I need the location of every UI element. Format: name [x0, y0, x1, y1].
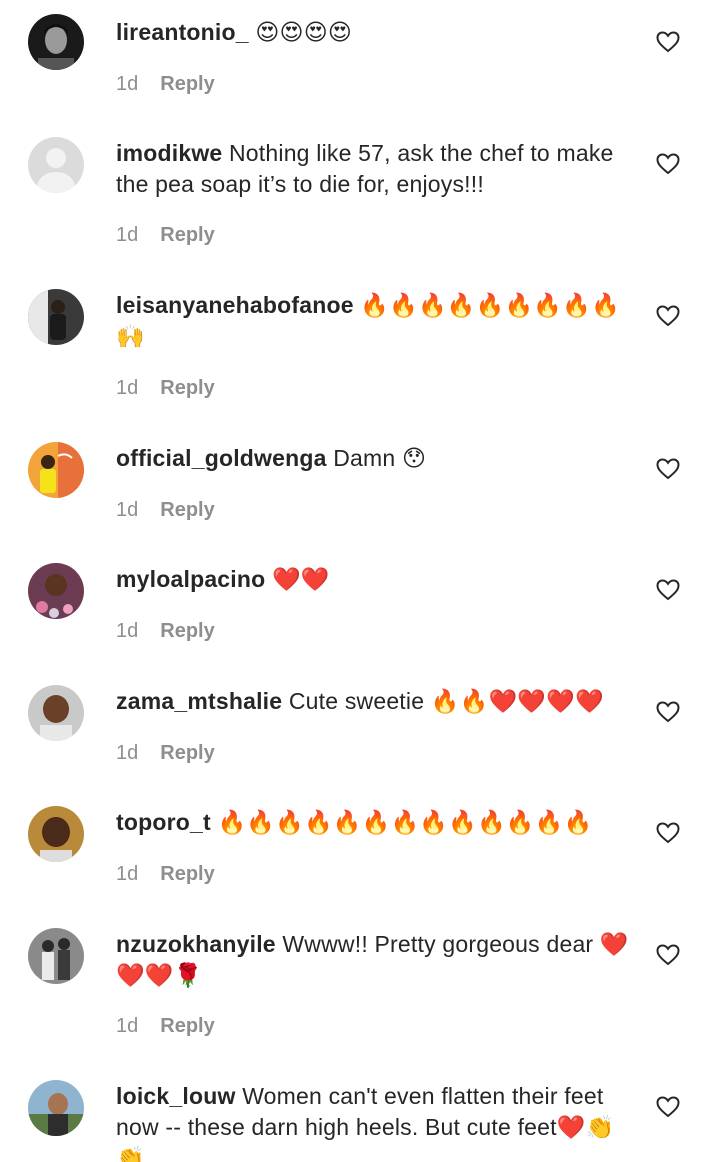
avatar[interactable] — [28, 928, 84, 984]
username[interactable]: loick_louw — [116, 1083, 236, 1109]
avatar-person-icon — [28, 289, 84, 345]
username[interactable]: myloalpacino — [116, 566, 265, 592]
comment-text: Cute sweetie 🔥🔥❤️❤️❤️❤️ — [288, 688, 604, 714]
comment-meta: 1d Reply — [116, 376, 215, 400]
like-heart-icon[interactable] — [656, 304, 680, 328]
username[interactable]: imodikwe — [116, 140, 222, 166]
avatar-child-icon — [28, 563, 84, 619]
default-avatar-icon — [28, 137, 84, 193]
timestamp: 1d — [116, 742, 139, 764]
reply-button[interactable]: Reply — [160, 742, 214, 764]
reply-button[interactable]: Reply — [160, 863, 214, 885]
comment-text: ❤️❤️ — [271, 566, 330, 592]
comment-meta: 1d Reply — [116, 1014, 215, 1038]
avatar-face-icon — [28, 806, 84, 862]
avatar[interactable] — [28, 1080, 84, 1136]
timestamp: 1d — [116, 377, 139, 399]
comment-body: myloalpacino ❤️❤️ — [116, 564, 636, 595]
timestamp: 1d — [116, 224, 139, 246]
avatar-couple-icon — [28, 928, 84, 984]
reply-button[interactable]: Reply — [160, 1015, 214, 1037]
timestamp: 1d — [116, 73, 139, 95]
reply-button[interactable]: Reply — [160, 499, 214, 521]
comment-body: leisanyanehabofanoe 🔥🔥🔥🔥🔥🔥🔥🔥🔥🙌 — [116, 290, 636, 352]
like-heart-icon[interactable] — [656, 821, 680, 845]
comment-meta: 1d Reply — [116, 72, 215, 96]
timestamp: 1d — [116, 1015, 139, 1037]
username[interactable]: leisanyanehabofanoe — [116, 292, 354, 318]
avatar-outdoor-icon — [28, 1080, 84, 1136]
username[interactable]: official_goldwenga — [116, 445, 327, 471]
comment-body: imodikwe Nothing like 57, ask the chef t… — [116, 138, 636, 200]
comment-body: zama_mtshalie Cute sweetie 🔥🔥❤️❤️❤️❤️ — [116, 686, 636, 717]
timestamp: 1d — [116, 620, 139, 642]
username[interactable]: lireantonio_ — [116, 19, 249, 45]
avatar[interactable] — [28, 14, 84, 70]
reply-button[interactable]: Reply — [160, 620, 214, 642]
timestamp: 1d — [116, 499, 139, 521]
comment-text: 🔥🔥🔥🔥🔥🔥🔥🔥🔥🔥🔥🔥🔥 — [217, 809, 593, 835]
reply-button[interactable]: Reply — [160, 73, 214, 95]
like-heart-icon[interactable] — [656, 30, 680, 54]
comment-meta: 1d Reply — [116, 741, 215, 765]
like-heart-icon[interactable] — [656, 943, 680, 967]
avatar-orange-icon — [28, 442, 84, 498]
comment-body: official_goldwenga Damn 😯 — [116, 443, 636, 474]
like-heart-icon[interactable] — [656, 152, 680, 176]
avatar[interactable] — [28, 137, 84, 193]
like-heart-icon[interactable] — [656, 457, 680, 481]
username[interactable]: toporo_t — [116, 809, 211, 835]
comment-text: Damn 😯 — [333, 445, 427, 471]
avatar[interactable] — [28, 806, 84, 862]
comment-body: lireantonio_ 😍😍😍😍 — [116, 17, 636, 48]
timestamp: 1d — [116, 863, 139, 885]
avatar[interactable] — [28, 685, 84, 741]
comment-text: 😍😍😍😍 — [255, 19, 353, 45]
avatar[interactable] — [28, 289, 84, 345]
reply-button[interactable]: Reply — [160, 377, 214, 399]
username[interactable]: zama_mtshalie — [116, 688, 282, 714]
avatar-face-icon — [28, 685, 84, 741]
reply-button[interactable]: Reply — [160, 224, 214, 246]
avatar-bw-portrait-icon — [28, 14, 84, 70]
comment-meta: 1d Reply — [116, 619, 215, 643]
avatar[interactable] — [28, 563, 84, 619]
comment-body: toporo_t 🔥🔥🔥🔥🔥🔥🔥🔥🔥🔥🔥🔥🔥 — [116, 807, 636, 838]
username[interactable]: nzuzokhanyile — [116, 931, 276, 957]
comments-list: lireantonio_ 😍😍😍😍 1d Reply imodikwe Nothi… — [0, 0, 720, 1162]
avatar[interactable] — [28, 442, 84, 498]
like-heart-icon[interactable] — [656, 1095, 680, 1119]
comment-body: nzuzokhanyile Wwww!! Pretty gorgeous dea… — [116, 929, 636, 991]
like-heart-icon[interactable] — [656, 578, 680, 602]
like-heart-icon[interactable] — [656, 700, 680, 724]
comment-body: loick_louw Women can't even flatten thei… — [116, 1081, 636, 1162]
comment-meta: 1d Reply — [116, 223, 215, 247]
comment-meta: 1d Reply — [116, 862, 215, 886]
comment-meta: 1d Reply — [116, 498, 215, 522]
